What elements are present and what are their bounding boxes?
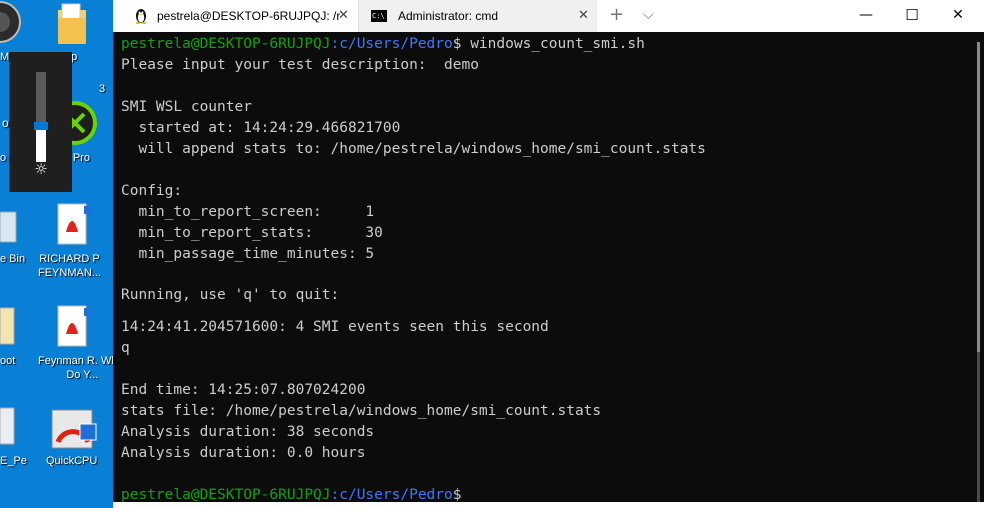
terminal-output[interactable]: pestrela@DESKTOP-6RUJPQJ:c/Users/Pedro$ …: [113, 32, 984, 508]
output-line: started at: 14:24:29.466821700: [121, 120, 401, 136]
output-line: End time: 14:25:07.807024200: [121, 382, 366, 398]
desktop-icon-label: RICHARD P FEYNMAN...: [38, 253, 101, 279]
file-icon[interactable]: [0, 304, 18, 348]
prompt-user: pestrela@DESKTOP-6RUJPQJ: [121, 487, 331, 503]
desktop-icon-label: e Bin: [0, 253, 26, 265]
desktop-icon-label: 3: [99, 83, 106, 95]
title-bar: pestrela@DESKTOP-6RUJPQJ: /r ✕ C:\ Admin…: [113, 0, 984, 32]
brightness-flyout: ☼: [9, 52, 72, 192]
desktop-icon-label: E_Pe: [0, 455, 27, 467]
desktop-icon-label: oot: [0, 355, 16, 367]
prompt-line: pestrela@DESKTOP-6RUJPQJ:c/Users/Pedro$ …: [121, 34, 645, 55]
desktop-icon-label: Feynman R. WhatDo Y...: [38, 355, 113, 381]
prompt-path: :c/Users/Pedro: [330, 487, 453, 503]
prompt-symbol: $: [452, 487, 462, 503]
output-line: min_passage_time_minutes: 5: [121, 246, 375, 262]
close-tab-icon[interactable]: ✕: [578, 7, 589, 23]
command-text: windows_count_smi.sh: [461, 36, 645, 52]
prompt-user: pestrela@DESKTOP-6RUJPQJ: [121, 36, 331, 52]
output-line: q: [121, 340, 130, 356]
recycle-bin-icon[interactable]: [0, 202, 20, 246]
output-line: SMI WSL counter: [121, 99, 252, 115]
tab-cmd[interactable]: C:\ Administrator: cmd ✕: [359, 0, 597, 32]
folder-icon[interactable]: [56, 2, 90, 46]
tab-label: Administrator: cmd: [398, 9, 499, 23]
cmd-icon: C:\: [371, 10, 387, 22]
tab-label: pestrela@DESKTOP-6RUJPQJ: /r: [157, 9, 341, 23]
maximize-button[interactable]: ☐: [889, 0, 935, 32]
app-icon[interactable]: [0, 0, 22, 46]
output-line: Analysis duration: 0.0 hours: [121, 445, 366, 461]
pdf-file-icon[interactable]: [54, 304, 94, 350]
output-line: min_to_report_screen: 1: [121, 204, 375, 220]
new-tab-button[interactable]: +: [609, 5, 624, 25]
output-line: stats file: /home/pestrela/windows_home/…: [121, 403, 602, 419]
scrollbar-thumb[interactable]: [977, 42, 980, 352]
output-line: will append stats to: /home/pestrela/win…: [121, 141, 706, 157]
output-line: min_to_report_stats: 30: [121, 225, 383, 241]
output-line: Running, use 'q' to quit:: [121, 287, 340, 303]
tab-dropdown-button[interactable]: ⌵: [643, 5, 654, 25]
close-window-button[interactable]: ✕: [935, 0, 981, 32]
close-tab-icon[interactable]: ✕: [338, 7, 349, 23]
linux-penguin-icon: [135, 9, 147, 24]
brightness-slider-thumb[interactable]: [34, 122, 48, 130]
brightness-slider-fill: [36, 130, 46, 162]
output-line: Analysis duration: 38 seconds: [121, 424, 375, 440]
desktop-icon-label: QuickCPU: [46, 455, 98, 467]
scrollbar[interactable]: [977, 42, 980, 502]
quickcpu-icon[interactable]: [50, 404, 98, 452]
pdf-file-icon[interactable]: [54, 202, 94, 248]
sun-icon: ☼: [34, 160, 48, 178]
output-line: 14:24:41.204571600: 4 SMI events seen th…: [121, 319, 549, 335]
terminal-window: pestrela@DESKTOP-6RUJPQJ: /r ✕ C:\ Admin…: [113, 0, 984, 508]
output-line: Please input your test description: demo: [121, 57, 479, 73]
desktop-icon-label: o: [2, 116, 9, 130]
tab-wsl[interactable]: pestrela@DESKTOP-6RUJPQJ: /r ✕: [113, 0, 359, 32]
desktop: Mi mp o 3 o er Pro e Bin RICHARD PFEYNMA…: [0, 0, 113, 508]
window-bottom-edge: [113, 502, 984, 508]
output-line: Config:: [121, 183, 183, 199]
minimize-button[interactable]: —: [843, 0, 889, 32]
desktop-icon-label: o: [0, 152, 7, 164]
file-icon[interactable]: [0, 404, 18, 448]
prompt-path: :c/Users/Pedro: [330, 36, 453, 52]
